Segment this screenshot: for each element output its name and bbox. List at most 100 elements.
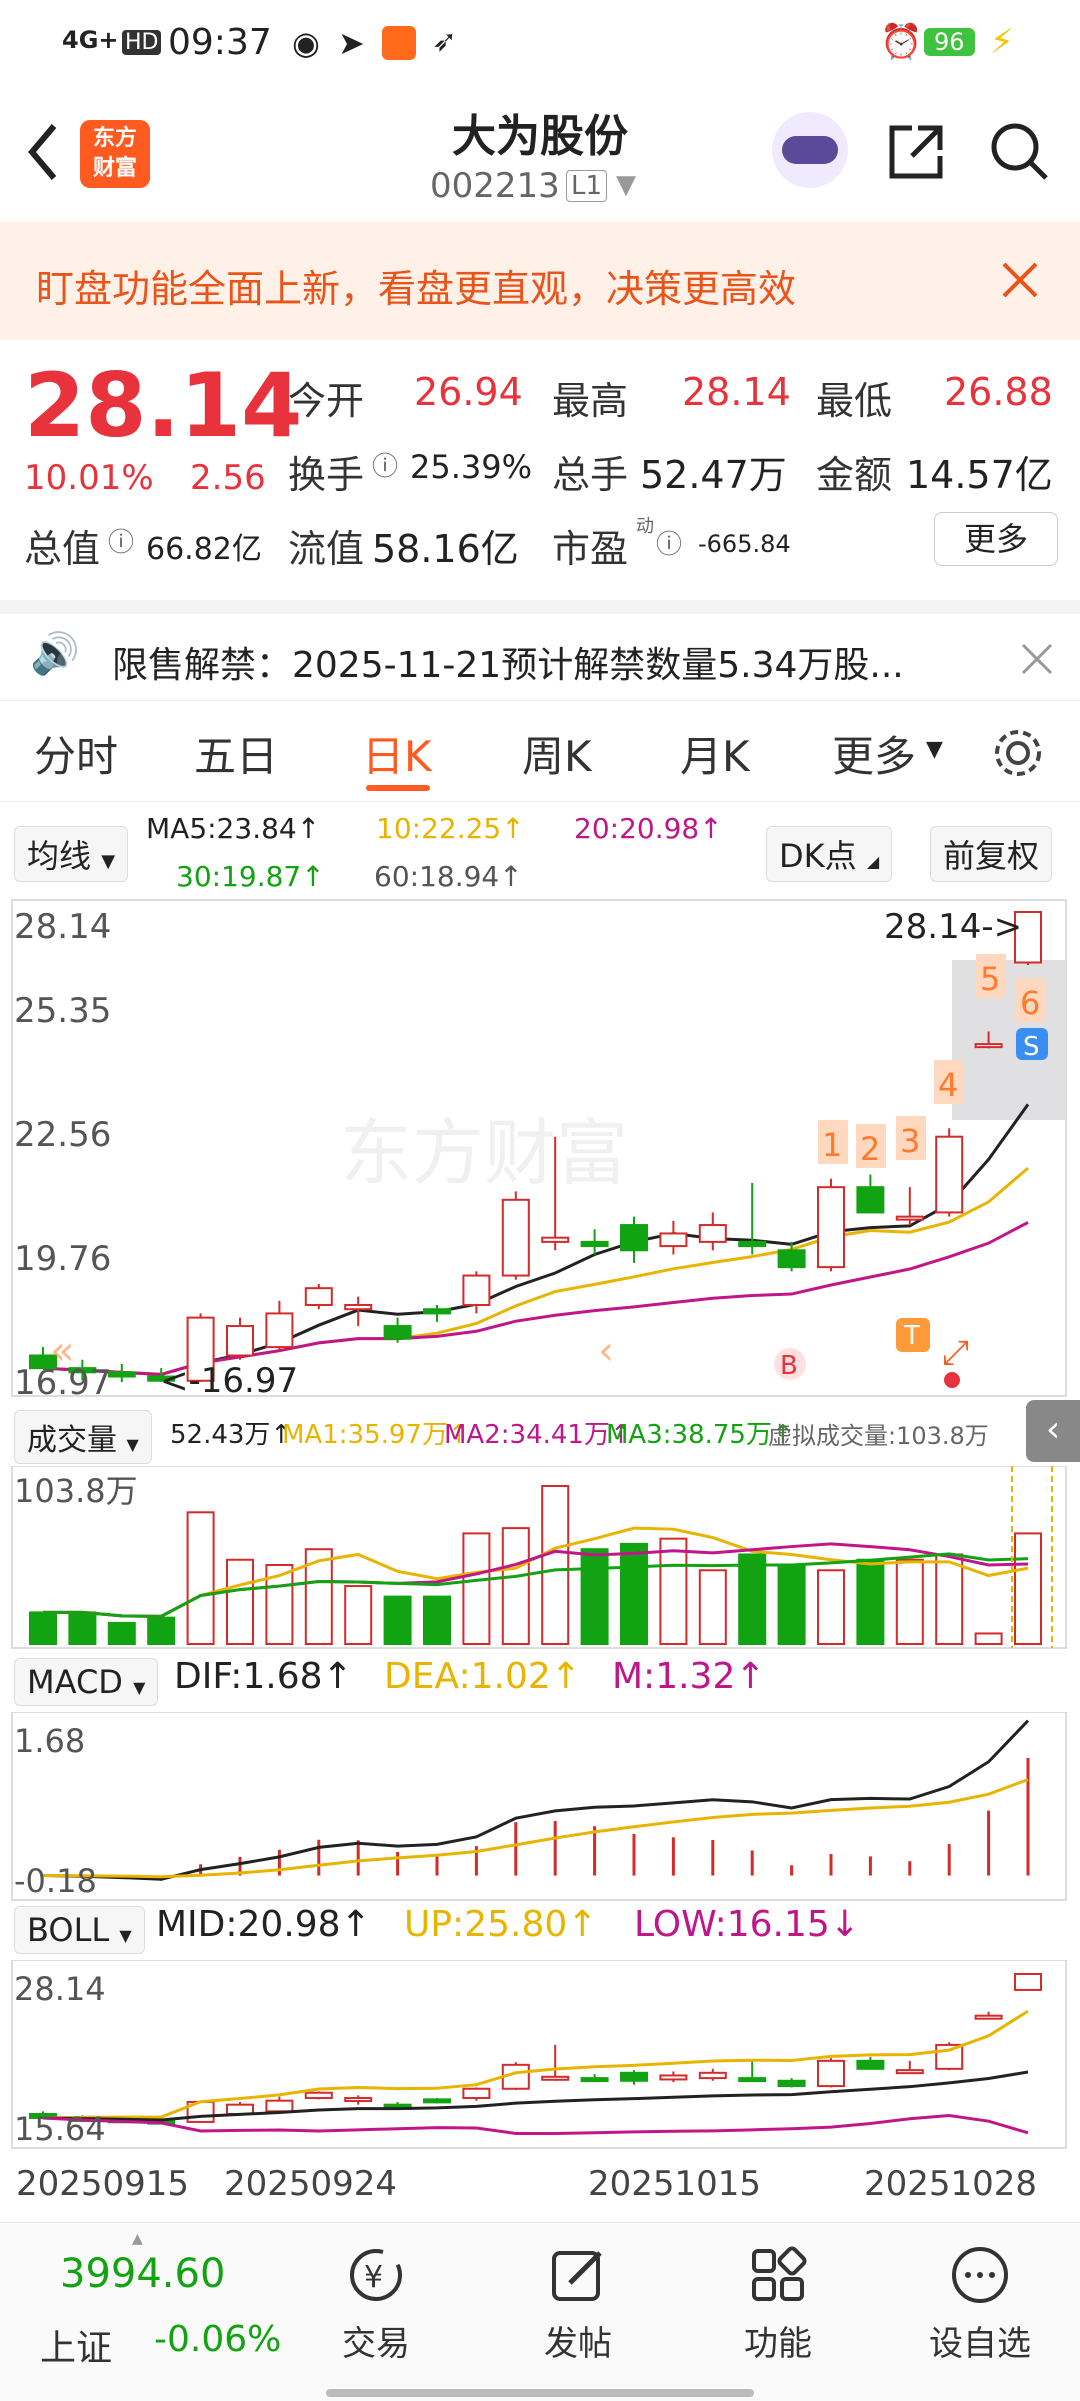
chevron-left-icon[interactable]: ‹ (598, 1328, 614, 1374)
app-notification-icon (382, 26, 416, 60)
boll-type-label: BOLL (27, 1911, 110, 1949)
nav-trade-label: 交易 (342, 2324, 410, 2364)
tab-intraday[interactable]: 分时 (34, 723, 118, 784)
boll-chart[interactable]: 28.14 15.64 (0, 1960, 1080, 2150)
index-name[interactable]: 上证 (40, 2319, 112, 2371)
ma30-value: 30:19.87↑ (176, 860, 325, 893)
volume-bar (344, 1585, 373, 1645)
edit-icon (552, 2251, 602, 2301)
nav-add-watchlist[interactable]: 设自选 (910, 2243, 1050, 2365)
kline-chart[interactable]: 东方财富 28.14 25.35 22.56 19.76 16.97 28.14… (0, 898, 1080, 1398)
nav-functions[interactable]: 功能 (708, 2243, 848, 2365)
boll-candle-body (580, 2077, 609, 2083)
volume-bar (659, 1537, 688, 1645)
boll-y-bottom: 15.64 (14, 2110, 106, 2148)
b-marker: B (780, 1351, 798, 1381)
volume-chart[interactable]: 103.8万 (0, 1466, 1080, 1650)
macd-chart[interactable]: 1.68 -0.18 (0, 1712, 1080, 1902)
vol-ma1: MA1:35.97万↑ (282, 1420, 470, 1450)
volume-bar (856, 1558, 885, 1645)
stock-name: 大为股份 (452, 111, 628, 162)
back-arrow-icon[interactable] (22, 120, 62, 184)
boll-up: UP:25.80↑ (404, 1904, 598, 1945)
send-icon: ➶ (432, 24, 458, 59)
info-icon[interactable]: ⓘ (372, 446, 398, 483)
date-label-3: 20251015 (588, 2164, 762, 2204)
ma-type-select[interactable]: 均线 ▼ (14, 826, 129, 882)
volume-bar (817, 1569, 845, 1645)
candle-body (738, 1240, 767, 1248)
tab-weekly-k[interactable]: 周K (522, 723, 592, 784)
stock-code: 002213 (430, 166, 560, 206)
volume-bar (935, 1553, 964, 1645)
speaker-icon: 🔊 (30, 631, 80, 677)
nav-post[interactable]: 发帖 (508, 2243, 648, 2365)
nav-trade[interactable]: ¥ 交易 (306, 2243, 446, 2365)
y-label-2: 25.35 (14, 991, 111, 1031)
robot-assistant-icon[interactable] (772, 112, 848, 188)
alarm-icon: ⏰ (880, 22, 923, 62)
expand-icon[interactable]: ⤢ (942, 1333, 969, 1373)
candle-body (383, 1325, 412, 1340)
y-label-4: 19.76 (14, 1239, 111, 1279)
tab-daily-k[interactable]: 日K (362, 723, 432, 784)
turnover-value: 25.39% (410, 448, 533, 486)
info-icon[interactable]: ⓘ (656, 524, 682, 561)
ma60-value: 60:18.94↑ (374, 860, 523, 893)
adjust-button[interactable]: 前复权 (930, 826, 1053, 882)
amount-label: 金额 (816, 453, 893, 497)
candle-body (698, 1224, 727, 1243)
volume-bar (541, 1485, 570, 1645)
change-value: 2.56 (190, 458, 266, 498)
volume-bar (147, 1616, 176, 1646)
volume-bar (462, 1532, 491, 1645)
boll-candle-body (344, 2097, 373, 2103)
open-value: 26.94 (414, 370, 523, 414)
boll-candle-body (895, 2069, 924, 2075)
volume-bar (620, 1542, 648, 1645)
close-icon[interactable] (1000, 260, 1040, 300)
index-value[interactable]: 3994.60 (60, 2251, 225, 2297)
grid-icon (752, 2246, 807, 2301)
high-value: 28.14 (682, 370, 791, 414)
close-icon[interactable] (1020, 642, 1054, 676)
macd-y-bottom: -0.18 (14, 1862, 97, 1900)
amount-value: 14.57亿 (906, 453, 1053, 497)
nav-add-watchlist-label: 设自选 (929, 2324, 1031, 2364)
search-icon[interactable] (988, 120, 1052, 184)
clock: 09:37 (168, 22, 272, 63)
promo-notice[interactable]: 盯盘功能全面上新，看盘更直观，决策更高效 (0, 222, 1080, 340)
gear-icon[interactable] (990, 725, 1046, 781)
share-icon[interactable] (884, 120, 948, 184)
boll-type-select[interactable]: BOLL ▼ (14, 1906, 145, 1954)
marker-2: 2 (860, 1130, 880, 1168)
more-button[interactable]: 更多 (934, 512, 1058, 566)
candle-body (935, 1135, 964, 1214)
watermark: 东方财富 (340, 1111, 628, 1195)
macd-dea: DEA:1.02↑ (384, 1656, 581, 1697)
tab-monthly-k[interactable]: 月K (680, 723, 750, 784)
candle-body (226, 1325, 254, 1357)
change-percent: 10.01% (24, 458, 154, 498)
scroll-left-icon[interactable]: « (50, 1328, 74, 1374)
dk-point-button[interactable]: DK点 ◢ (766, 826, 893, 882)
volume-bar (974, 1632, 1003, 1645)
candle-body (501, 1198, 530, 1277)
tab-more[interactable]: 更多 (832, 723, 916, 784)
pe-value: -665.84 (698, 530, 791, 558)
candle-body (777, 1249, 806, 1269)
macd-m: M:1.32↑ (612, 1656, 766, 1697)
ma-type-label: 均线 (27, 837, 92, 875)
level-badge[interactable]: L1 (566, 170, 608, 202)
boll-candle-body (462, 2087, 491, 2100)
tab-five-day[interactable]: 五日 (194, 723, 278, 784)
info-icon[interactable]: ⓘ (108, 522, 134, 559)
collapse-panel-button[interactable]: ‹ (1026, 1400, 1080, 1462)
macd-type-select[interactable]: MACD ▼ (14, 1658, 159, 1706)
unlock-notice[interactable]: 🔊 限售解禁：2025-11-21预计解禁数量5.34万股... (0, 600, 1080, 714)
notice-text: 盯盘功能全面上新，看盘更直观，决策更高效 (36, 267, 797, 311)
volume-bar (580, 1548, 609, 1645)
volume-type-select[interactable]: 成交量 ▼ (14, 1410, 152, 1464)
active-tab-indicator (366, 785, 430, 791)
chevron-down-icon[interactable]: ▼ (616, 170, 636, 200)
